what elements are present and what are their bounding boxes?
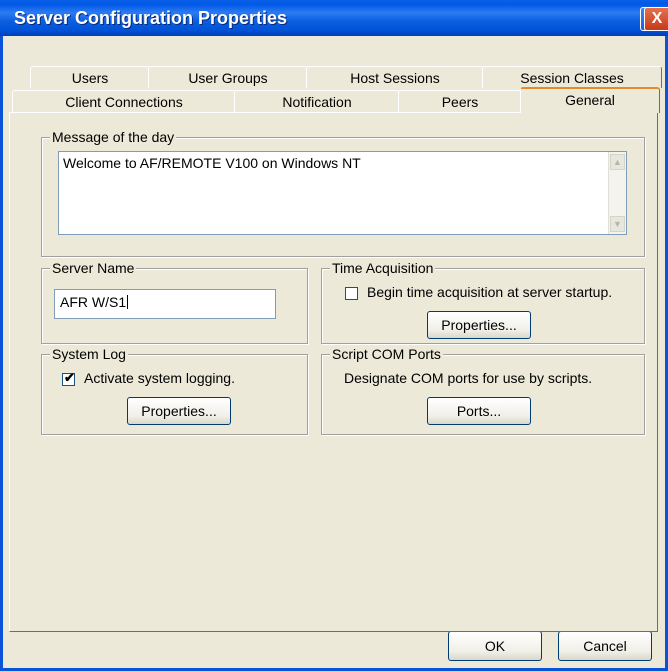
- time-acquisition-properties-button[interactable]: Properties...: [427, 311, 531, 339]
- checkmark-icon: ✔: [64, 370, 75, 385]
- window-title: Server Configuration Properties: [14, 8, 288, 28]
- motd-group: Message of the day Welcome to AF/REMOTE …: [41, 129, 645, 257]
- text-caret: [127, 295, 129, 309]
- scroll-up-icon[interactable]: ▲: [610, 154, 625, 170]
- script-com-ports-group: Script COM Ports Designate COM ports for…: [321, 346, 645, 435]
- close-button[interactable]: X: [644, 7, 668, 31]
- window-frame-left: [0, 36, 3, 671]
- tab-peers[interactable]: Peers: [398, 90, 522, 112]
- time-acquisition-checkbox-label: Begin time acquisition at server startup…: [367, 284, 613, 300]
- system-log-group: System Log ✔ Activate system logging. Pr…: [41, 346, 308, 435]
- server-name-value: AFR W/S1: [60, 294, 127, 310]
- motd-text: Welcome to AF/REMOTE V100 on Windows NT: [63, 155, 361, 171]
- time-acquisition-checkbox[interactable]: [345, 287, 358, 300]
- tab-session-classes[interactable]: Session Classes: [482, 66, 662, 88]
- ports-button[interactable]: Ports...: [427, 397, 531, 425]
- motd-scrollbar[interactable]: ▲ ▼: [608, 152, 626, 234]
- close-icon: X: [651, 10, 663, 27]
- server-name-group: Server Name AFR W/S1: [41, 260, 308, 344]
- tab-client-connections[interactable]: Client Connections: [12, 90, 236, 112]
- script-com-ports-description: Designate COM ports for use by scripts.: [344, 370, 593, 386]
- time-acquisition-group: Time Acquisition Begin time acquisition …: [321, 260, 645, 344]
- tab-user-groups[interactable]: User Groups: [148, 66, 308, 88]
- system-log-group-title: System Log: [50, 346, 128, 362]
- title-bar[interactable]: Server Configuration Properties ?: [0, 0, 668, 36]
- motd-group-title: Message of the day: [50, 129, 177, 145]
- ok-button[interactable]: OK: [448, 631, 542, 661]
- tab-panel-general: Message of the day Welcome to AF/REMOTE …: [9, 112, 658, 632]
- tab-general[interactable]: General: [520, 87, 660, 113]
- server-name-input[interactable]: AFR W/S1: [54, 289, 276, 319]
- scroll-down-icon[interactable]: ▼: [610, 216, 625, 232]
- tab-notification[interactable]: Notification: [234, 90, 400, 112]
- system-log-checkbox[interactable]: ✔: [62, 370, 75, 386]
- system-log-properties-button[interactable]: Properties...: [127, 397, 231, 425]
- tab-users[interactable]: Users: [30, 66, 150, 88]
- cancel-button[interactable]: Cancel: [558, 631, 652, 661]
- system-log-checkbox-label: Activate system logging.: [84, 370, 235, 386]
- server-name-group-title: Server Name: [50, 260, 137, 276]
- time-acquisition-group-title: Time Acquisition: [330, 260, 436, 276]
- script-com-ports-group-title: Script COM Ports: [330, 346, 443, 362]
- tab-host-sessions[interactable]: Host Sessions: [306, 66, 484, 88]
- motd-textarea[interactable]: Welcome to AF/REMOTE V100 on Windows NT …: [58, 151, 627, 235]
